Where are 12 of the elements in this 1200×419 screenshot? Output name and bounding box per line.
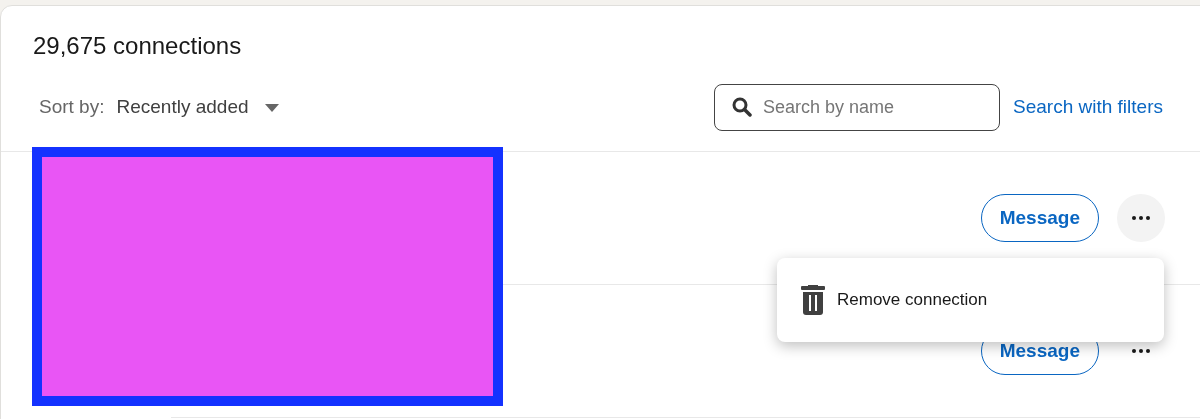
- more-icon: [1132, 349, 1150, 353]
- more-button[interactable]: [1117, 194, 1165, 242]
- remove-connection-item[interactable]: Remove connection: [801, 285, 1140, 315]
- more-icon: [1132, 216, 1150, 220]
- connections-count: 29,675 connections: [33, 31, 243, 61]
- search-icon: [732, 97, 753, 117]
- search-field[interactable]: Search by name: [714, 84, 1001, 131]
- trash-icon: [801, 285, 825, 315]
- sort-label: Sort by:: [39, 95, 105, 120]
- search-with-filters-link[interactable]: Search with filters: [1013, 93, 1163, 122]
- sort-dropdown[interactable]: Recently added: [116, 93, 279, 122]
- caret-icon: [264, 103, 279, 112]
